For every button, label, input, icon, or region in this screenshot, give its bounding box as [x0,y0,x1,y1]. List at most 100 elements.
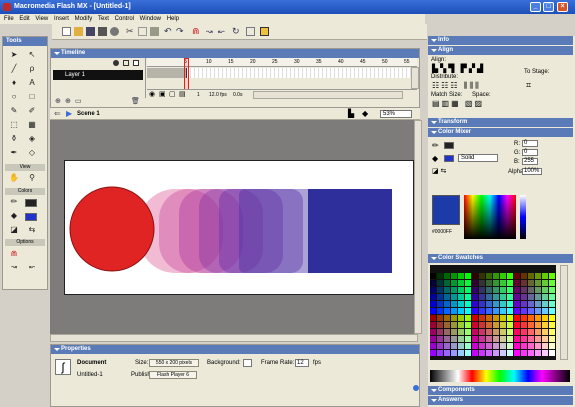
help-icon[interactable] [413,385,419,391]
color-swatch[interactable] [521,308,527,314]
color-swatch[interactable] [514,350,520,356]
color-swatch[interactable] [430,343,436,349]
maximize-button[interactable]: □ [543,2,554,12]
color-swatch[interactable] [493,322,499,328]
color-swatch[interactable] [479,343,485,349]
color-swatch[interactable] [451,308,457,314]
color-swatch[interactable] [430,280,436,286]
color-swatch[interactable] [486,273,492,279]
color-swatch[interactable] [507,301,513,307]
rectangle-tool-icon[interactable]: □ [27,92,37,102]
onion-outline-icon[interactable]: ▢ [169,90,176,100]
color-swatch[interactable] [486,350,492,356]
publish-button[interactable]: Flash Player 6 [149,371,197,379]
color-swatch[interactable] [444,329,450,335]
color-swatch[interactable] [514,280,520,286]
g-field[interactable]: 0 [522,149,538,156]
color-swatch[interactable] [430,322,436,328]
color-swatch[interactable] [465,280,471,286]
color-swatch[interactable] [458,287,464,293]
rotate-icon[interactable]: ↻ [232,27,241,36]
color-swatch[interactable] [521,287,527,293]
color-swatch[interactable] [542,329,548,335]
align-panel-header[interactable]: Align [428,46,573,55]
to-stage-icon[interactable]: ⌗ [526,80,531,91]
color-swatch[interactable] [458,308,464,314]
snap-magnet-icon[interactable]: ⋒ [192,27,201,36]
color-swatch[interactable] [479,350,485,356]
alpha-field[interactable]: 100% [522,168,542,175]
color-swatch[interactable] [528,322,534,328]
brightness-slider[interactable] [520,195,526,239]
fill-mixer-icon[interactable]: ◆ [432,154,438,163]
color-swatch[interactable] [514,315,520,321]
color-swatch[interactable] [472,315,478,321]
stroke-swatch[interactable] [444,142,454,149]
color-swatch[interactable] [465,322,471,328]
color-swatch[interactable] [549,280,555,286]
color-swatch[interactable] [444,287,450,293]
color-swatch[interactable] [437,287,443,293]
fill-transform-tool-icon[interactable]: ▦ [27,120,37,130]
color-swatch[interactable] [451,343,457,349]
stroke-color-swatch[interactable] [25,199,37,207]
color-swatch[interactable] [444,322,450,328]
color-swatch[interactable] [458,294,464,300]
color-swatch[interactable] [451,273,457,279]
menu-insert[interactable]: Insert [54,16,69,22]
color-swatch[interactable] [493,273,499,279]
color-swatch[interactable] [444,336,450,342]
color-swatch[interactable] [437,329,443,335]
transform-panel-header[interactable]: Transform [428,118,573,127]
color-swatch[interactable] [451,350,457,356]
color-swatch[interactable] [542,350,548,356]
swatch-grid[interactable] [430,265,556,360]
menu-modify[interactable]: Modify [75,16,93,22]
components-panel-header[interactable]: Components [428,386,573,395]
color-swatch[interactable] [549,343,555,349]
color-swatch[interactable] [430,350,436,356]
fill-color-swatch[interactable] [25,213,37,221]
color-swatch[interactable] [479,273,485,279]
color-swatch[interactable] [549,287,555,293]
color-swatch[interactable] [542,273,548,279]
color-swatch[interactable] [493,308,499,314]
zoom-select[interactable]: 53% [380,110,412,118]
color-swatch[interactable] [437,273,443,279]
edit-symbols-icon[interactable]: ◆ [362,108,368,120]
print-preview-icon[interactable] [110,27,119,36]
pencil-tool-icon[interactable]: ✎ [9,106,19,116]
color-swatch[interactable] [535,287,541,293]
menu-edit[interactable]: Edit [19,16,29,22]
color-swatch[interactable] [514,301,520,307]
default-colors-icon[interactable]: ◪ [9,225,19,235]
color-swatch[interactable] [542,301,548,307]
color-swatch[interactable] [430,273,436,279]
color-swatch[interactable] [514,294,520,300]
swatches-vscroll[interactable] [560,265,568,360]
color-swatch[interactable] [451,336,457,342]
color-swatch[interactable] [472,343,478,349]
timeline-vscroll[interactable] [411,67,419,89]
color-swatch[interactable] [444,315,450,321]
color-swatch[interactable] [500,329,506,335]
menu-window[interactable]: Window [140,16,161,22]
color-swatch[interactable] [451,287,457,293]
color-swatch[interactable] [500,273,506,279]
color-swatch[interactable] [507,343,513,349]
color-swatch[interactable] [458,350,464,356]
color-swatch[interactable] [430,308,436,314]
end-square[interactable] [308,189,392,273]
color-swatch[interactable] [507,329,513,335]
color-swatch[interactable] [549,322,555,328]
color-swatch[interactable] [465,315,471,321]
color-swatch[interactable] [507,308,513,314]
color-swatch[interactable] [458,336,464,342]
color-swatch[interactable] [451,329,457,335]
color-swatch[interactable] [535,273,541,279]
color-swatch[interactable] [437,350,443,356]
pen-tool-icon[interactable]: ♦ [9,78,19,88]
color-swatch[interactable] [500,343,506,349]
menu-text[interactable]: Text [98,16,109,22]
add-layer-icon[interactable]: ⊕ [55,97,61,105]
